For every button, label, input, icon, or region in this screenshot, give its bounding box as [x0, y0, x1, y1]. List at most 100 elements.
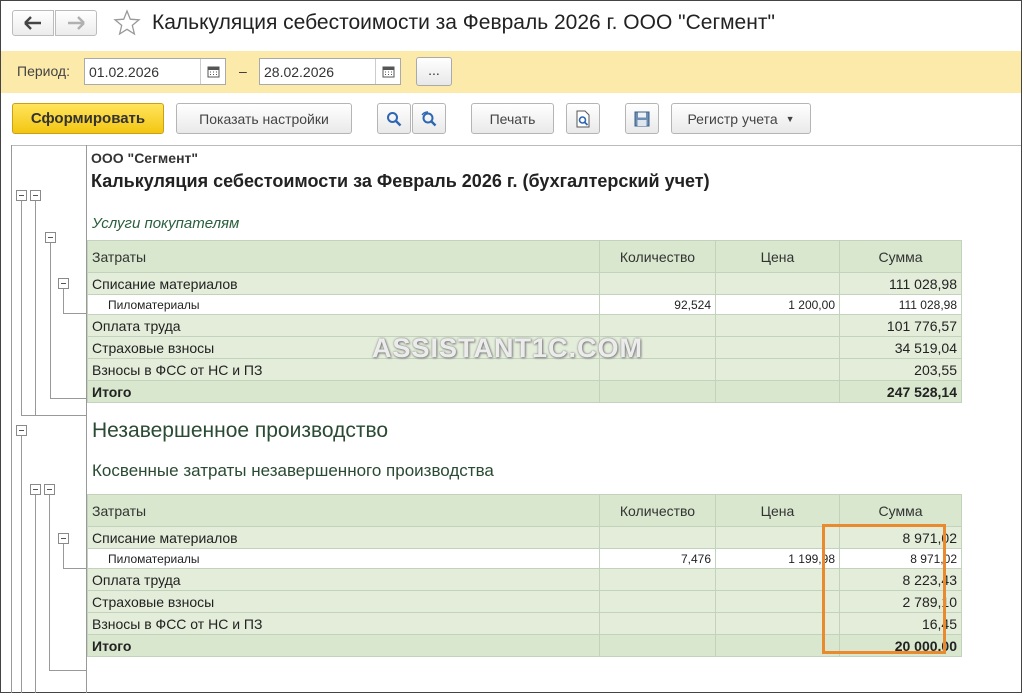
- print-preview-button[interactable]: [566, 103, 600, 134]
- collapse-icon[interactable]: [58, 533, 69, 544]
- cost-item-cell: Итого: [87, 634, 600, 657]
- quantity-cell: [599, 526, 716, 549]
- quantity-cell: [599, 568, 716, 591]
- sum-cell: 16,45: [839, 612, 962, 635]
- total-row[interactable]: Итого 20 000,00: [87, 634, 962, 657]
- price-cell: 1 200,00: [715, 294, 840, 315]
- quantity-cell: [599, 590, 716, 613]
- cost-item-cell: Пиломатериалы: [87, 548, 600, 569]
- column-header: Цена: [715, 494, 840, 527]
- page-title: Калькуляция себестоимости за Февраль 202…: [152, 11, 775, 34]
- generate-button[interactable]: Сформировать: [12, 103, 164, 134]
- sum-cell: 247 528,14: [839, 380, 962, 403]
- print-button[interactable]: Печать: [471, 103, 554, 134]
- column-header: Количество: [599, 494, 716, 527]
- price-cell: [715, 272, 840, 295]
- cost-table-wip: Затраты Количество Цена Сумма Списание м…: [87, 494, 962, 657]
- column-header: Затраты: [87, 494, 600, 527]
- period-to-value: 28.02.2026: [264, 64, 335, 80]
- cost-item-cell: Страховые взносы: [87, 590, 600, 613]
- period-label: Период:: [17, 63, 70, 79]
- tree-line: [11, 145, 12, 693]
- table-subrow[interactable]: Пиломатериалы 92,524 1 200,00 111 028,98: [87, 294, 962, 315]
- sum-cell: 111 028,98: [839, 294, 962, 315]
- calendar-icon[interactable]: [375, 59, 400, 84]
- quantity-cell: [599, 272, 716, 295]
- price-cell: [715, 380, 840, 403]
- sum-cell: 20 000,00: [839, 634, 962, 657]
- calendar-icon[interactable]: [200, 59, 225, 84]
- tree-line: [35, 201, 36, 415]
- table-row[interactable]: Оплата труда 8 223,43: [87, 568, 962, 591]
- sum-cell: 101 776,57: [839, 314, 962, 337]
- sum-cell: 8 223,43: [839, 568, 962, 591]
- show-settings-button[interactable]: Показать настройки: [176, 103, 352, 134]
- find-next-button[interactable]: [412, 103, 446, 134]
- collapse-icon[interactable]: [30, 190, 41, 201]
- report-top-border: [11, 145, 1021, 146]
- star-icon[interactable]: [113, 9, 141, 37]
- table-subrow[interactable]: Пиломатериалы 7,476 1 199,98 8 971,02: [87, 548, 962, 569]
- price-cell: [715, 358, 840, 381]
- collapse-icon[interactable]: [16, 190, 27, 201]
- back-button[interactable]: [12, 10, 54, 36]
- table-row[interactable]: Страховые взносы 2 789,10: [87, 590, 962, 613]
- arrow-right-icon: [68, 16, 85, 30]
- search-button[interactable]: [377, 103, 411, 134]
- price-cell: [715, 612, 840, 635]
- collapse-icon[interactable]: [44, 484, 55, 495]
- collapse-icon[interactable]: [30, 484, 41, 495]
- table-row[interactable]: Взносы в ФСС от НС и ПЗ 16,45: [87, 612, 962, 635]
- accounting-register-dropdown[interactable]: Регистр учета ▼: [671, 103, 811, 134]
- quantity-cell: 7,476: [599, 548, 716, 569]
- price-cell: 1 199,98: [715, 548, 840, 569]
- period-bar: Период: 01.02.2026 – 28.02.2026 ...: [1, 51, 1021, 93]
- cost-item-cell: Взносы в ФСС от НС и ПЗ: [87, 612, 600, 635]
- column-header: Сумма: [839, 240, 962, 273]
- period-from-field[interactable]: 01.02.2026: [84, 58, 226, 85]
- price-cell: [715, 568, 840, 591]
- tree-line: [63, 568, 87, 569]
- tree-line: [35, 495, 36, 693]
- tree-line: [49, 495, 50, 670]
- collapse-icon[interactable]: [16, 425, 27, 436]
- print-preview-icon: [576, 110, 590, 127]
- sum-cell: 203,55: [839, 358, 962, 381]
- tree-line: [63, 289, 64, 313]
- arrow-left-icon: [24, 16, 41, 30]
- cost-item-cell: Пиломатериалы: [87, 294, 600, 315]
- title-bar: Калькуляция себестоимости за Февраль 202…: [0, 0, 1024, 50]
- tree-line: [21, 415, 87, 416]
- section-title: Услуги покупателям: [92, 215, 240, 232]
- watermark: ASSISTANT1C.COM: [372, 333, 644, 363]
- column-header: Затраты: [87, 240, 600, 273]
- period-to-field[interactable]: 28.02.2026: [259, 58, 401, 85]
- collapse-icon[interactable]: [58, 278, 69, 289]
- tree-line: [63, 313, 87, 314]
- choose-period-button[interactable]: ...: [416, 57, 452, 86]
- cost-table-services: Затраты Количество Цена Сумма Списание м…: [87, 240, 962, 403]
- period-separator: –: [239, 63, 247, 79]
- price-cell: [715, 526, 840, 549]
- collapse-icon[interactable]: [45, 232, 56, 243]
- save-button[interactable]: [625, 103, 659, 134]
- forward-button[interactable]: [55, 10, 97, 36]
- cost-item-cell: Списание материалов: [87, 272, 600, 295]
- tree-line: [50, 243, 51, 398]
- chevron-down-icon: ▼: [785, 113, 795, 124]
- cost-item-cell: Оплата труда: [87, 568, 600, 591]
- report-title: Калькуляция себестоимости за Февраль 202…: [91, 171, 710, 191]
- sum-cell: 8 971,02: [839, 526, 962, 549]
- table-header-row: Затраты Количество Цена Сумма: [87, 494, 962, 527]
- table-row[interactable]: Списание материалов 8 971,02: [87, 526, 962, 549]
- price-cell: [715, 314, 840, 337]
- section-title: Незавершенное производство: [92, 419, 389, 442]
- total-row[interactable]: Итого 247 528,14: [87, 380, 962, 403]
- accounting-register-label: Регистр учета: [687, 110, 778, 127]
- search-next-icon: [421, 110, 437, 126]
- quantity-cell: [599, 634, 716, 657]
- cost-item-cell: Списание материалов: [87, 526, 600, 549]
- table-row[interactable]: Списание материалов 111 028,98: [87, 272, 962, 295]
- price-cell: [715, 634, 840, 657]
- cost-item-cell: Итого: [87, 380, 600, 403]
